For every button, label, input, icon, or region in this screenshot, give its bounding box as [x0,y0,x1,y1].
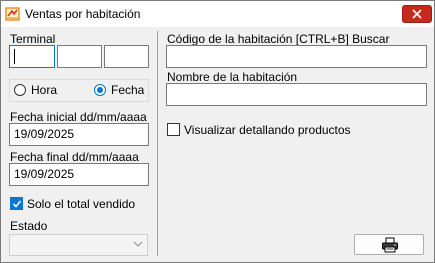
radio-hora[interactable] [14,84,26,96]
solo-total-label[interactable]: Solo el total vendido [27,197,135,211]
text-caret [14,49,15,64]
visualizar-productos-checkbox[interactable] [167,123,180,136]
terminal-field-1[interactable] [9,45,55,68]
print-button[interactable] [354,234,424,255]
solo-total-checkbox[interactable] [10,197,23,210]
close-icon [412,9,422,19]
codigo-habitacion-input[interactable] [166,45,427,68]
visualizar-productos-label[interactable]: Visualizar detallando productos [184,123,351,137]
estado-label: Estado [10,219,48,233]
dialog-window: Ventas por habitación Terminal Hora Fech… [0,0,435,263]
radio-fecha-label[interactable]: Fecha [111,83,144,97]
codigo-habitacion-label: Código de la habitación [CTRL+B] Buscar [167,32,390,46]
window-title: Ventas por habitación [25,7,141,21]
fecha-final-input[interactable]: 19/09/2025 [9,163,149,186]
mode-radio-group: Hora Fecha [9,79,149,102]
title-bar[interactable]: Ventas por habitación [1,1,434,27]
fecha-inicial-label: Fecha inicial dd/mm/aaaa [10,110,147,124]
chevron-down-icon [133,241,143,247]
fecha-final-label: Fecha final dd/mm/aaaa [10,150,139,164]
app-icon [5,6,21,22]
nombre-habitacion-label: Nombre de la habitación [167,70,298,84]
terminal-field-2[interactable] [57,45,102,68]
printer-icon [382,237,398,253]
column-divider [157,31,158,256]
check-icon [12,200,22,208]
close-button[interactable] [402,5,432,23]
nombre-habitacion-input[interactable] [166,83,427,106]
estado-select[interactable] [9,234,148,256]
radio-hora-label[interactable]: Hora [31,83,57,97]
radio-fecha[interactable] [94,84,106,96]
fecha-inicial-input[interactable]: 19/09/2025 [9,123,149,146]
terminal-field-3[interactable] [104,45,149,68]
terminal-label: Terminal [10,32,56,46]
